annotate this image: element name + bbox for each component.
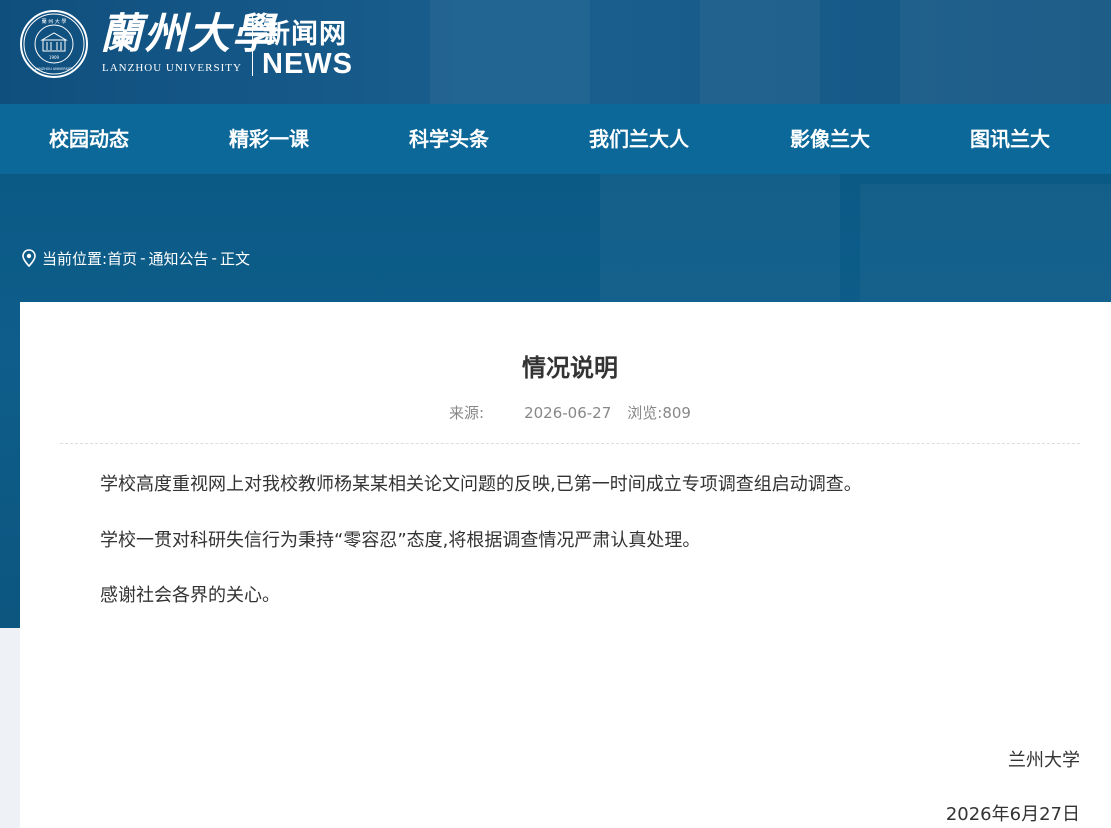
- nav-item-science-headlines[interactable]: 科学头条: [409, 104, 489, 174]
- article-title: 情况说明: [522, 354, 618, 382]
- nav-item-photo-news[interactable]: 图讯兰大: [970, 104, 1050, 174]
- breadcrumb-current: 正文: [219, 249, 250, 268]
- views-count: 809: [662, 404, 691, 422]
- breadcrumb-prefix: 当前位置:: [42, 249, 108, 268]
- article-signature: 兰州大学: [1008, 750, 1080, 771]
- header-decoration: [700, 0, 820, 104]
- article-card: 情况说明 来源: 2026-06-27 浏览:809 学校高度重视网上对我校教师杨某…: [20, 302, 1111, 828]
- seal-text-bottom: LANZHOU UNIVERSITY: [35, 67, 74, 71]
- banner-decoration: [860, 184, 1111, 302]
- main-nav: 校园动态 精彩一课 科学头条 我们兰大人 影像兰大 图讯兰大: [0, 104, 1111, 174]
- article-meta: 来源: 2026-06-27 浏览:809: [20, 402, 1111, 423]
- article-paragraph: 学校一贯对科研失信行为秉持“零容忍”态度,将根据调查情况严肃认真处理。: [100, 530, 701, 551]
- breadcrumb-separator: -: [140, 249, 146, 267]
- nav-item-our-people[interactable]: 我们兰大人: [589, 104, 689, 174]
- breadcrumb-home-link[interactable]: 首页: [107, 248, 137, 269]
- banner-decoration: [600, 174, 840, 302]
- site-name-en[interactable]: NEWS: [262, 48, 353, 81]
- site-name[interactable]: 新闻网: [263, 12, 347, 51]
- meta-divider: [60, 443, 1080, 444]
- seal-year: 1909: [49, 55, 60, 60]
- university-name-en: LANZHOU UNIVERSITY: [102, 62, 242, 74]
- publish-date: 2026-06-27: [524, 404, 612, 422]
- nav-item-campus-news[interactable]: 校园动态: [49, 104, 129, 174]
- nav-item-images[interactable]: 影像兰大: [790, 104, 870, 174]
- article-sign-date: 2026年6月27日: [945, 804, 1080, 825]
- views-label: 浏览:: [627, 404, 663, 422]
- university-name-logo[interactable]: 蘭州大學: [100, 8, 276, 60]
- page: 蘭 州 大 學 1909 LANZHOU UNIVERSITY 蘭州大學 LAN…: [0, 0, 1111, 828]
- article-paragraph: 感谢社会各界的关心。: [100, 585, 280, 606]
- university-seal-icon[interactable]: 蘭 州 大 學 1909 LANZHOU UNIVERSITY: [20, 10, 88, 78]
- article-paragraph: 学校高度重视网上对我校教师杨某某相关论文问题的反映,已第一时间成立专项调查组启动…: [100, 474, 862, 495]
- breadcrumb-separator: -: [211, 249, 217, 267]
- seal-text-top: 蘭 州 大 學: [42, 18, 67, 25]
- brand-divider: [252, 14, 253, 76]
- nav-item-great-lessons[interactable]: 精彩一课: [229, 104, 309, 174]
- source-label: 来源:: [449, 404, 485, 422]
- header-decoration: [900, 0, 1111, 104]
- header-decoration: [430, 0, 590, 104]
- location-pin-icon: [22, 249, 36, 267]
- breadcrumb: 当前位置: 首页 - 通知公告 - 正文: [22, 248, 250, 268]
- breadcrumb-section-link[interactable]: 通知公告: [149, 248, 209, 269]
- site-header: 蘭 州 大 學 1909 LANZHOU UNIVERSITY 蘭州大學 LAN…: [0, 0, 1111, 104]
